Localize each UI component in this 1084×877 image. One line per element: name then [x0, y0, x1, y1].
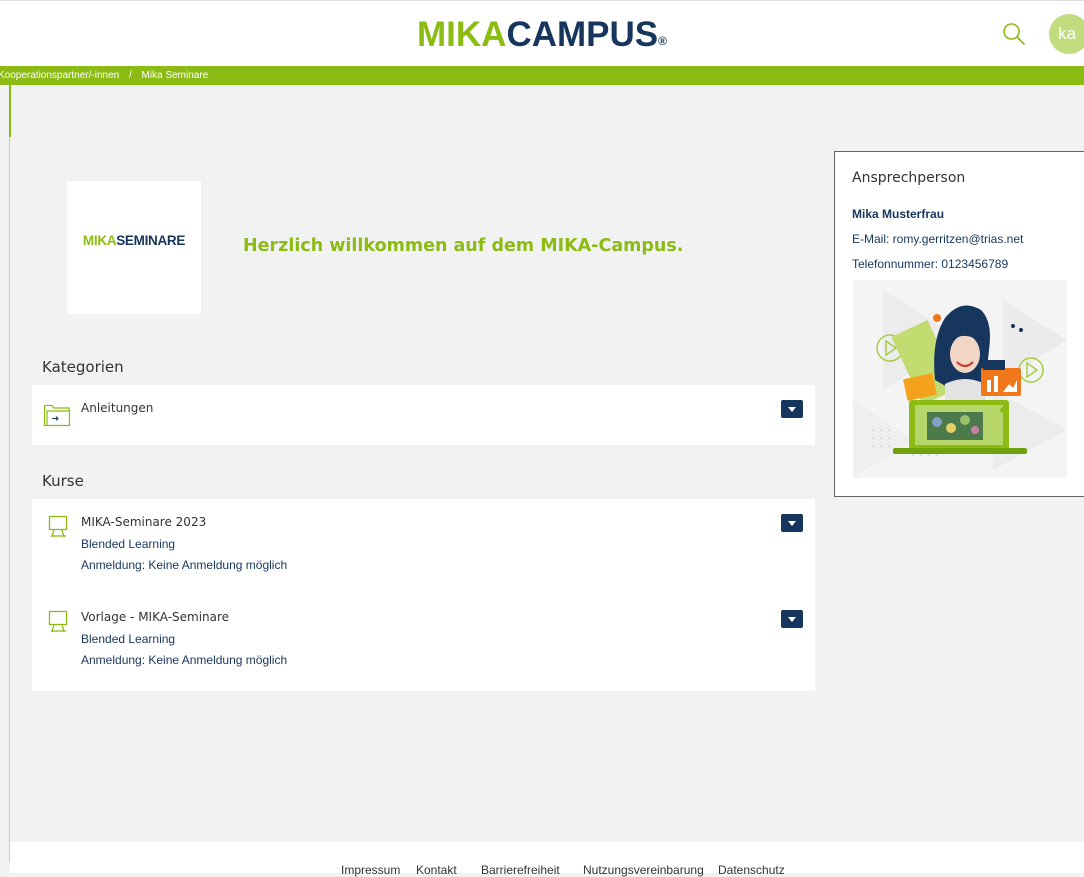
course-dropdown-button[interactable] — [781, 610, 803, 628]
breadcrumb-separator: / — [128, 70, 132, 81]
contact-heading: Ansprechperson — [852, 170, 966, 186]
courses-panel: MIKA-Seminare 2023 Blended Learning Anme… — [32, 499, 815, 691]
user-avatar[interactable]: ka — [1049, 14, 1084, 54]
welcome-heading: Herzlich willkommen auf dem MIKA-Campus. — [243, 236, 684, 256]
course-registration: Anmeldung: Keine Anmeldung möglich — [81, 653, 288, 667]
footer-link-kontakt[interactable]: Kontakt — [416, 863, 457, 877]
course-title[interactable]: MIKA-Seminare 2023 — [81, 515, 206, 529]
course-registration: Anmeldung: Keine Anmeldung möglich — [81, 558, 288, 572]
breadcrumb-item-kooperationspartner[interactable]: Kooperationspartner/-innen — [0, 66, 119, 85]
contact-email[interactable]: E-Mail: romy.gerritzen@trias.net — [852, 232, 1023, 246]
breadcrumb-item-mika-seminare[interactable]: Mika Seminare — [142, 66, 209, 85]
seminare-logo: MIKASEMINARE — [67, 233, 201, 248]
seminare-logo-tile: MIKASEMINARE — [67, 181, 201, 314]
chevron-down-icon — [788, 407, 796, 412]
footer-link-impressum[interactable]: Impressum — [341, 863, 400, 877]
category-dropdown-button[interactable] — [781, 400, 803, 418]
presentation-icon — [48, 610, 68, 633]
top-header: MIKACAMPUS® ka — [0, 0, 1084, 67]
contact-person-box: Ansprechperson Mika Musterfrau E-Mail: r… — [834, 151, 1084, 497]
breadcrumb: Kooperationspartner/-innen / Mika Semina… — [0, 66, 1084, 85]
footer-link-nutzungsvereinbarung[interactable]: Nutzungsvereinbarung — [583, 863, 704, 877]
logo-registered-mark: ® — [658, 34, 667, 48]
chevron-down-icon — [788, 617, 796, 622]
course-type: Blended Learning — [81, 632, 176, 646]
page-footer: Impressum Kontakt Barrierefreiheit Nutzu… — [10, 842, 1084, 877]
categories-heading: Kategorien — [42, 358, 124, 376]
category-label[interactable]: Anleitungen — [81, 401, 153, 415]
search-icon[interactable] — [1001, 21, 1027, 47]
footer-link-barrierefreiheit[interactable]: Barrierefreiheit — [481, 863, 560, 877]
course-title[interactable]: Vorlage - MIKA-Seminare — [81, 610, 229, 624]
logo-text-mika: MIKA — [417, 15, 507, 54]
chevron-down-icon — [788, 521, 796, 526]
contact-phone: Telefonnummer: 0123456789 — [852, 257, 1009, 271]
categories-panel: Anleitungen — [32, 385, 815, 445]
presentation-icon — [48, 515, 68, 538]
page-left-border — [9, 137, 10, 862]
courses-heading: Kurse — [42, 472, 84, 490]
course-dropdown-button[interactable] — [781, 514, 803, 532]
campus-logo[interactable]: MIKACAMPUS® — [0, 13, 1084, 57]
contact-illustration — [853, 280, 1067, 478]
logo-text-campus: CAMPUS — [506, 15, 659, 54]
page-left-accent — [9, 85, 11, 137]
seminare-logo-part2: SEMINARE — [116, 233, 186, 248]
seminare-logo-part1: MIKA — [82, 233, 117, 248]
course-type: Blended Learning — [81, 537, 176, 551]
folder-icon — [43, 404, 71, 427]
avatar-initials: ka — [1058, 24, 1076, 43]
footer-link-datenschutz[interactable]: Datenschutz — [718, 863, 785, 877]
contact-name: Mika Musterfrau — [852, 207, 945, 221]
